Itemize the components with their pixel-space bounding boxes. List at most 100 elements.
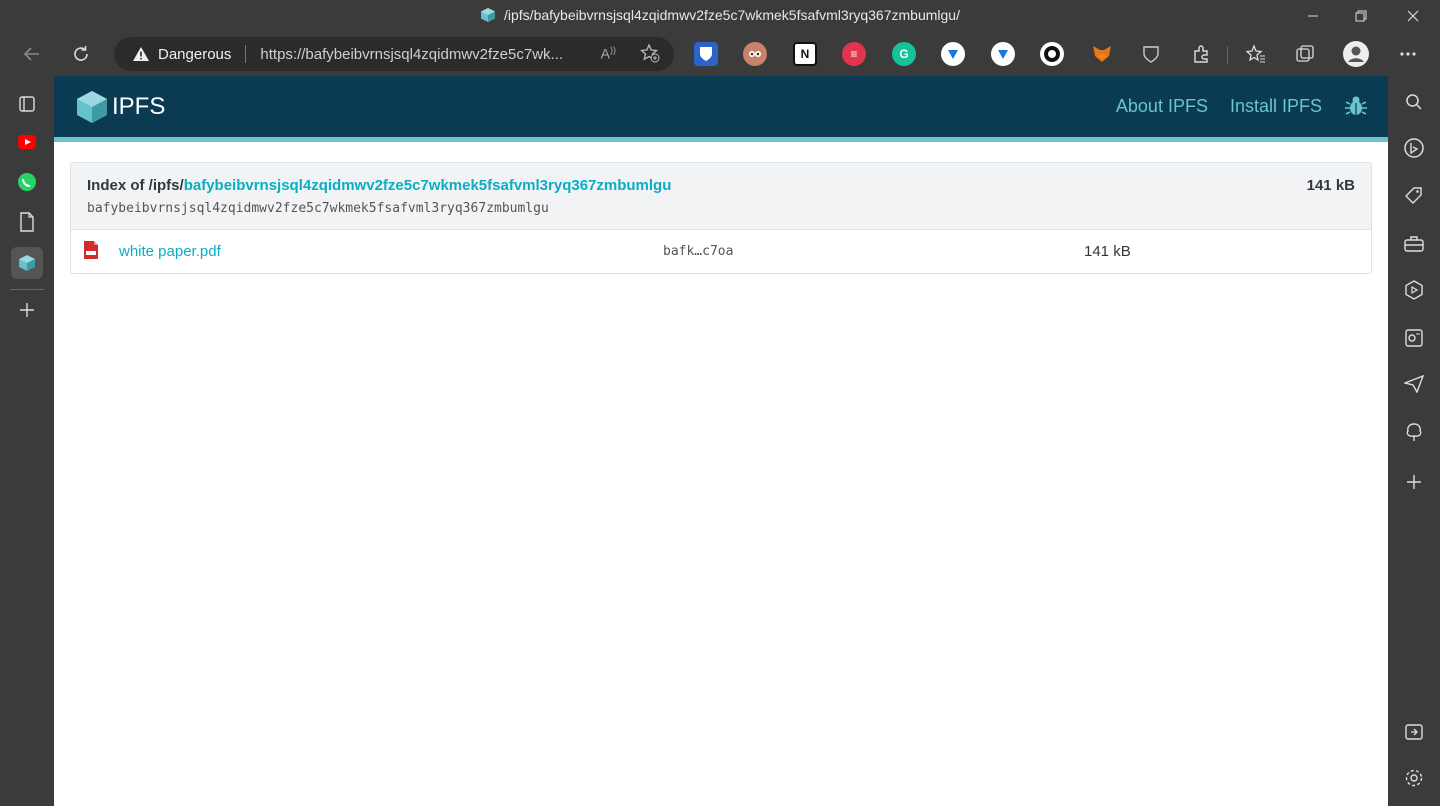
- security-indicator[interactable]: Dangerous: [132, 46, 231, 63]
- hide-sidebar-icon: [1405, 724, 1423, 740]
- sidebar-send-button[interactable]: [1398, 368, 1430, 400]
- close-window-button[interactable]: [1390, 0, 1436, 32]
- back-arrow-icon: [23, 47, 39, 61]
- sidebar-outlook-button[interactable]: [1398, 322, 1430, 354]
- bing-chat-icon: [1404, 138, 1424, 158]
- fox-icon: [1093, 46, 1111, 62]
- sidebar-hide-button[interactable]: [1398, 716, 1430, 748]
- tab-youtube[interactable]: [11, 126, 43, 158]
- tab-whatsapp[interactable]: [11, 166, 43, 198]
- url-text[interactable]: https://bafybeibvrnsjsql4zqidmwv2fze5c7w…: [260, 46, 582, 63]
- index-prefix: Index of /ipfs/: [87, 177, 184, 194]
- file-name-link[interactable]: white paper.pdf: [119, 243, 221, 260]
- ipfs-logo-text: IPFS: [112, 93, 166, 120]
- refresh-icon: [74, 46, 88, 61]
- heart-shield-icon: [948, 50, 958, 59]
- security-label: Dangerous: [158, 45, 232, 63]
- ipfs-logo[interactable]: IPFS: [76, 90, 165, 124]
- sidebar-shopping-button[interactable]: [1398, 180, 1430, 212]
- ipfs-cube-icon: [19, 255, 35, 271]
- window-title: /ipfs/bafybeibvrnsjsql4zqidmwv2fze5c7wkm…: [0, 7, 1440, 23]
- bitwarden-extension-icon[interactable]: [694, 42, 718, 66]
- star-add-icon: [639, 43, 660, 63]
- privacy-badger-extension-icon[interactable]: [1139, 42, 1163, 66]
- sidebar-bing-chat-button[interactable]: [1398, 132, 1430, 164]
- close-icon: [1407, 10, 1419, 22]
- ipfs-cube-icon: [77, 91, 107, 123]
- circle-extension-icon[interactable]: [1040, 42, 1064, 66]
- sidebar-settings-button[interactable]: [1398, 762, 1430, 794]
- whatsapp-icon: [18, 173, 36, 191]
- grammarly-extension-icon[interactable]: G: [892, 42, 916, 66]
- restore-button[interactable]: [1338, 0, 1384, 32]
- refresh-button[interactable]: [65, 38, 97, 70]
- owl-icon: [749, 51, 761, 57]
- collections-button[interactable]: [1289, 38, 1321, 70]
- tab-divider: [10, 289, 44, 290]
- favorites-button[interactable]: [1240, 38, 1272, 70]
- tab-ipfs-active[interactable]: [11, 247, 43, 279]
- favorites-icon: [1246, 44, 1265, 63]
- tree-icon: [1406, 423, 1422, 441]
- ring-icon: [1044, 46, 1060, 62]
- index-hash-link[interactable]: bafybeibvrnsjsql4zqidmwv2fze5c7wkmek5fsa…: [184, 177, 672, 194]
- ipfs-nav: About IPFS Install IPFS: [1116, 94, 1368, 118]
- directory-cid: bafybeibvrnsjsql4zqidmwv2fze5c7wkmek5fsa…: [87, 201, 549, 216]
- sidebar-games-button[interactable]: [1398, 274, 1430, 306]
- extensions-button[interactable]: [1185, 38, 1217, 70]
- shield-outline-icon: [1143, 46, 1159, 63]
- gear-icon: [1405, 769, 1423, 787]
- todoist-extension-icon[interactable]: ≡: [842, 42, 866, 66]
- sidebar-tree-button[interactable]: [1398, 416, 1430, 448]
- plus-icon: [20, 303, 34, 317]
- edge-sidebar: [1388, 76, 1440, 806]
- file-size: 141 kB: [1084, 243, 1131, 260]
- warning-icon: [133, 47, 149, 61]
- collections-icon: [1296, 45, 1314, 62]
- toolbox-icon: [1404, 236, 1424, 252]
- search-icon: [1406, 94, 1422, 110]
- file-cid[interactable]: bafk…c7oa: [663, 244, 733, 259]
- restore-icon: [1355, 10, 1367, 22]
- web-page: IPFS About IPFS Install IPFS Index of /i…: [54, 76, 1388, 806]
- new-tab-button[interactable]: [11, 294, 43, 326]
- tab-actions-button[interactable]: [11, 88, 43, 120]
- tab-document[interactable]: [11, 206, 43, 238]
- avatar-icon: [1343, 41, 1369, 67]
- heart-shield-2-icon: [998, 50, 1008, 59]
- send-icon: [1404, 375, 1424, 393]
- index-title: Index of /ipfs/bafybeibvrnsjsql4zqidmwv2…: [87, 177, 671, 194]
- listing-header: Index of /ipfs/bafybeibvrnsjsql4zqidmwv2…: [71, 163, 1371, 230]
- minimize-icon: [1308, 15, 1318, 17]
- toolbar-divider: [1227, 46, 1228, 64]
- document-icon: [20, 212, 34, 232]
- vpn-extension-icon[interactable]: [941, 42, 965, 66]
- read-aloud-icon[interactable]: A)): [601, 45, 616, 62]
- notion-extension-icon[interactable]: N: [793, 42, 817, 66]
- vpn-extension-2-icon[interactable]: [991, 42, 1015, 66]
- pdf-icon: [84, 241, 98, 259]
- address-bar[interactable]: Dangerous https://bafybeibvrnsjsql4zqidm…: [114, 37, 674, 71]
- window-titlebar: /ipfs/bafybeibvrnsjsql4zqidmwv2fze5c7wkm…: [0, 0, 1440, 32]
- games-icon: [1405, 280, 1423, 300]
- sidebar-tools-button[interactable]: [1398, 228, 1430, 260]
- settings-more-button[interactable]: [1392, 38, 1424, 70]
- minimize-button[interactable]: [1290, 0, 1336, 32]
- about-ipfs-link[interactable]: About IPFS: [1116, 96, 1208, 117]
- table-row[interactable]: white paper.pdf bafk…c7oa 141 kB: [71, 230, 1371, 274]
- install-ipfs-link[interactable]: Install IPFS: [1230, 96, 1322, 117]
- back-button[interactable]: [16, 38, 48, 70]
- window-title-text: /ipfs/bafybeibvrnsjsql4zqidmwv2fze5c7wkm…: [504, 7, 960, 23]
- bug-icon[interactable]: [1344, 94, 1368, 118]
- more-dots-icon: [1400, 52, 1416, 56]
- sidebar-search-button[interactable]: [1398, 86, 1430, 118]
- tag-icon: [1405, 187, 1422, 204]
- profile-button[interactable]: [1340, 38, 1372, 70]
- tab-actions-icon: [19, 96, 35, 112]
- directory-listing: Index of /ipfs/bafybeibvrnsjsql4zqidmwv2…: [70, 162, 1372, 274]
- sidebar-add-button[interactable]: [1398, 466, 1430, 498]
- add-favorite-button[interactable]: [639, 43, 660, 68]
- shield-icon: [700, 47, 712, 61]
- owl-extension-icon[interactable]: [743, 42, 767, 66]
- metamask-extension-icon[interactable]: [1090, 42, 1114, 66]
